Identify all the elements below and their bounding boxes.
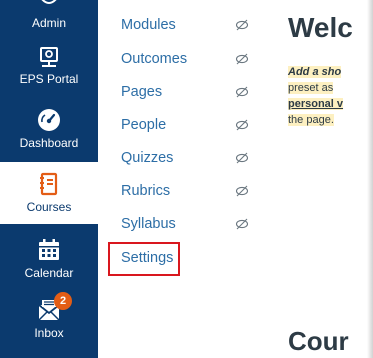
nav-inbox-label: Inbox <box>34 326 64 340</box>
course-nav-people[interactable]: People <box>121 117 166 133</box>
hidden-eye-icon <box>235 185 249 197</box>
edge-shadow <box>367 0 373 358</box>
nav-eps-portal[interactable]: EPS Portal <box>0 46 98 94</box>
courses-icon <box>40 172 58 196</box>
course-navigation: Modules Outcomes Pages People Quizzes Ru… <box>98 0 278 358</box>
welcome-notice: Add a sho preset as personal v the page. <box>288 64 373 128</box>
nav-admin[interactable]: Admin <box>0 0 98 44</box>
nav-calendar[interactable]: Calendar <box>0 238 98 290</box>
global-navigation: Admin EPS Portal Dashboard Courses Calen… <box>0 0 98 358</box>
nav-courses-label: Courses <box>26 200 72 214</box>
calendar-icon <box>39 239 59 260</box>
hidden-eye-icon <box>235 218 249 230</box>
welcome-heading: Welc <box>288 12 353 43</box>
notice-line-3-link[interactable]: personal v <box>288 98 344 110</box>
course-nav-quizzes[interactable]: Quizzes <box>121 150 173 166</box>
course-nav-outcomes[interactable]: Outcomes <box>121 51 187 67</box>
nav-eps-portal-label: EPS Portal <box>19 72 79 86</box>
course-nav-settings[interactable]: Settings <box>121 250 173 266</box>
nav-inbox[interactable]: 2 Inbox <box>0 292 98 358</box>
main-content: Welc Add a sho preset as personal v the … <box>278 0 373 358</box>
nav-calendar-label: Calendar <box>24 266 74 280</box>
hidden-eye-icon <box>235 119 249 131</box>
nav-courses[interactable]: Courses <box>0 162 98 224</box>
eps-portal-icon <box>40 47 58 67</box>
hidden-eye-icon <box>235 86 249 98</box>
course-heading: Cour <box>288 326 349 356</box>
nav-dashboard-label: Dashboard <box>19 136 79 150</box>
hidden-eye-icon <box>235 53 249 65</box>
course-nav-pages[interactable]: Pages <box>121 84 162 100</box>
course-nav-rubrics[interactable]: Rubrics <box>121 183 170 199</box>
nav-admin-label: Admin <box>31 16 66 30</box>
hidden-eye-icon <box>235 152 249 164</box>
course-nav-modules[interactable]: Modules <box>121 17 176 33</box>
admin-icon <box>41 0 57 4</box>
course-nav-syllabus[interactable]: Syllabus <box>121 216 176 232</box>
notice-line-2: preset as <box>288 82 334 94</box>
notice-line-1: Add a sho <box>288 66 342 78</box>
dashboard-icon <box>38 109 60 131</box>
notice-line-4: the page. <box>288 114 334 126</box>
hidden-eye-icon <box>235 19 249 31</box>
nav-dashboard[interactable]: Dashboard <box>0 108 98 160</box>
inbox-unread-badge: 2 <box>54 292 72 310</box>
inbox-icon-wrap: 2 <box>36 292 72 322</box>
